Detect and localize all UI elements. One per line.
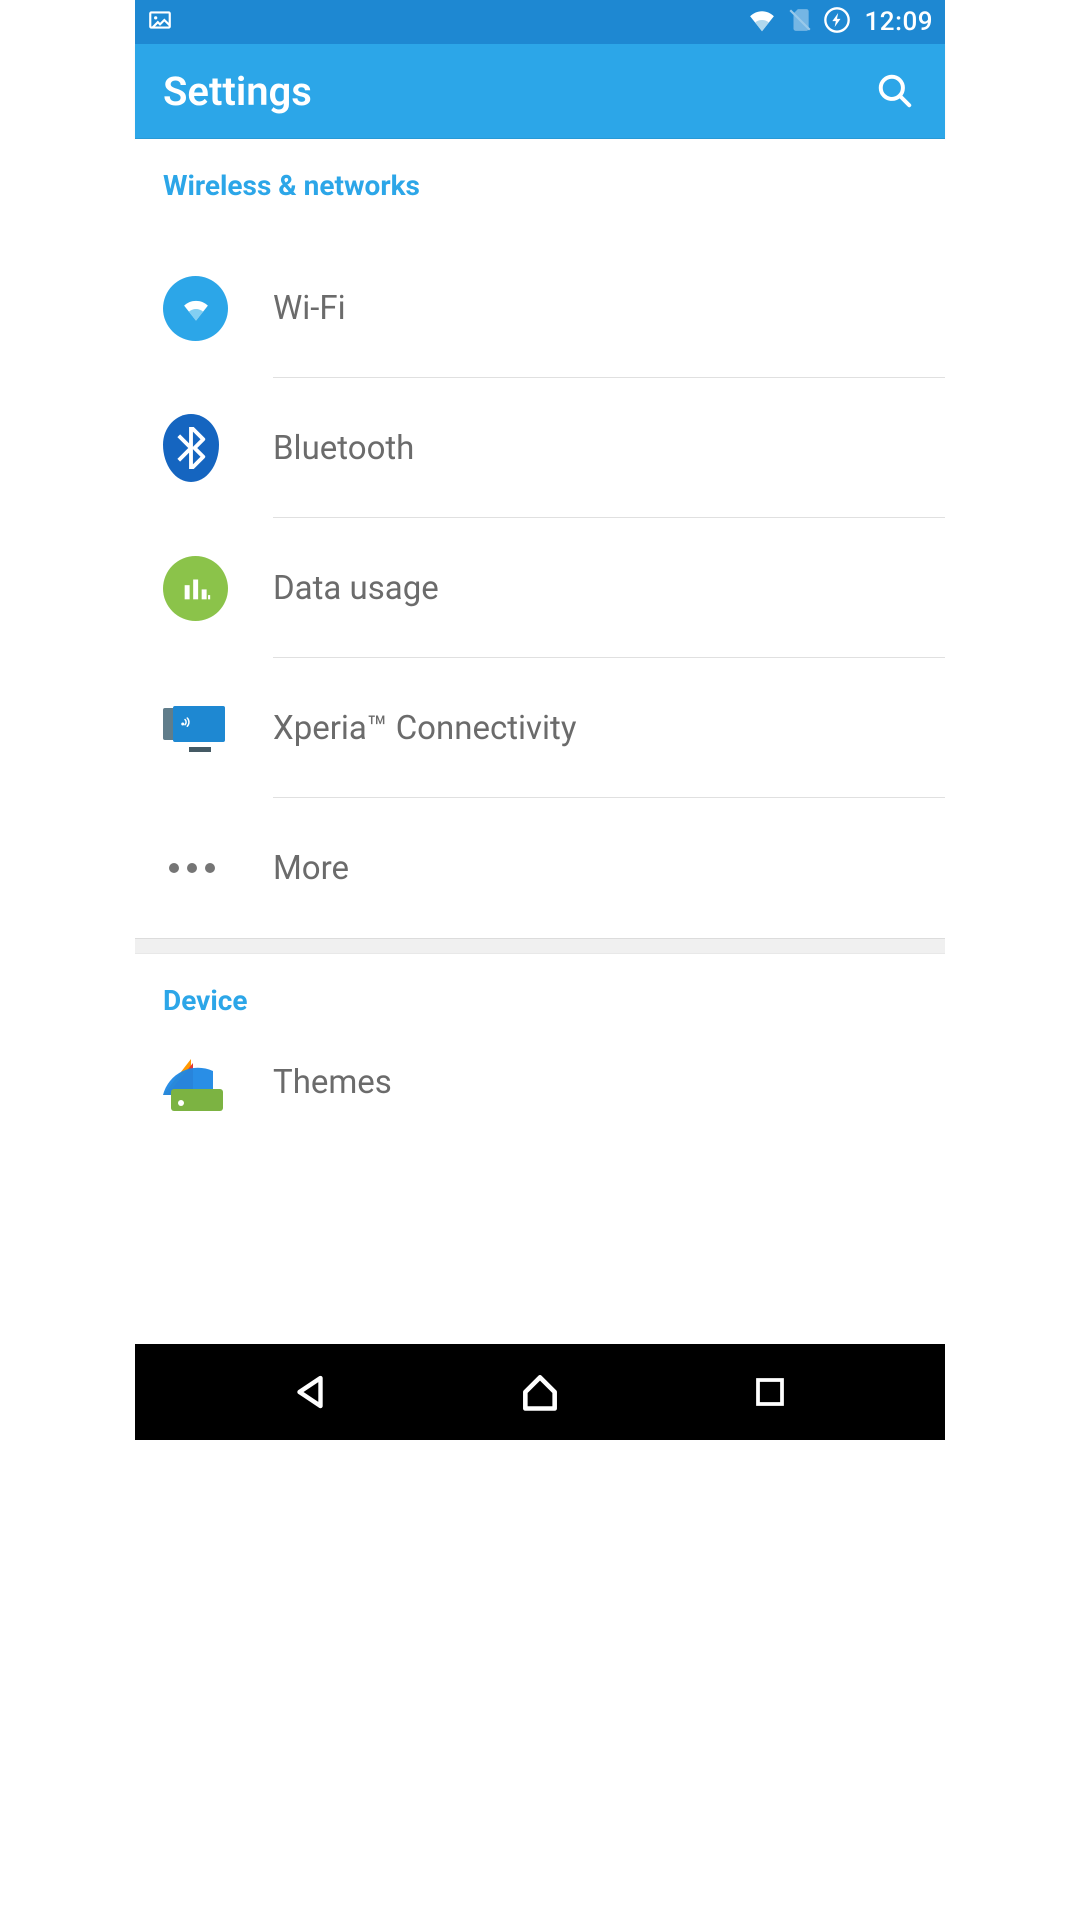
wifi-icon: [747, 5, 777, 39]
section-divider: [135, 938, 945, 954]
data-usage-icon: [163, 556, 228, 621]
settings-item-label: Xperia™ Connectivity: [273, 709, 576, 748]
recent-apps-icon: [752, 1374, 788, 1410]
settings-item-more[interactable]: More: [135, 798, 945, 938]
wifi-icon: [163, 276, 228, 341]
settings-item-bluetooth[interactable]: Bluetooth: [135, 378, 945, 518]
themes-icon: [163, 1059, 223, 1114]
home-icon: [518, 1370, 562, 1414]
app-bar: Settings: [135, 44, 945, 139]
picture-icon: [147, 7, 173, 37]
search-icon: [876, 72, 914, 110]
more-icon: [163, 863, 215, 873]
xperia-connectivity-icon: [163, 704, 228, 752]
nav-home-button[interactable]: [500, 1362, 580, 1422]
navigation-bar: [135, 1344, 945, 1440]
settings-item-label: Bluetooth: [273, 429, 414, 468]
settings-item-label: Wi-Fi: [273, 289, 346, 328]
page-title: Settings: [163, 68, 873, 115]
settings-item-data-usage[interactable]: Data usage: [135, 518, 945, 658]
settings-list[interactable]: Wireless & networks Wi-Fi Bluetooth: [135, 139, 945, 1344]
settings-item-wifi[interactable]: Wi-Fi: [135, 238, 945, 378]
settings-item-xperia-connectivity[interactable]: Xperia™ Connectivity: [135, 658, 945, 798]
section-device: Device Themes: [135, 954, 945, 1133]
nav-recent-button[interactable]: [730, 1362, 810, 1422]
nav-back-button[interactable]: [270, 1362, 350, 1422]
section-header-wireless: Wireless & networks: [135, 139, 945, 220]
settings-item-label: Data usage: [273, 569, 439, 608]
settings-item-label: Themes: [273, 1059, 392, 1102]
settings-item-themes[interactable]: Themes: [135, 1053, 945, 1133]
section-header-device: Device: [135, 954, 945, 1035]
section-wireless-networks: Wireless & networks Wi-Fi Bluetooth: [135, 139, 945, 938]
no-sim-icon: [787, 7, 813, 37]
back-icon: [289, 1371, 331, 1413]
settings-item-label: More: [273, 849, 349, 888]
search-button[interactable]: [873, 69, 917, 113]
status-time: 12:09: [865, 7, 933, 37]
status-bar: 12:09: [135, 0, 945, 44]
bluetooth-icon: [163, 414, 219, 482]
flash-circle-icon: [823, 6, 851, 38]
